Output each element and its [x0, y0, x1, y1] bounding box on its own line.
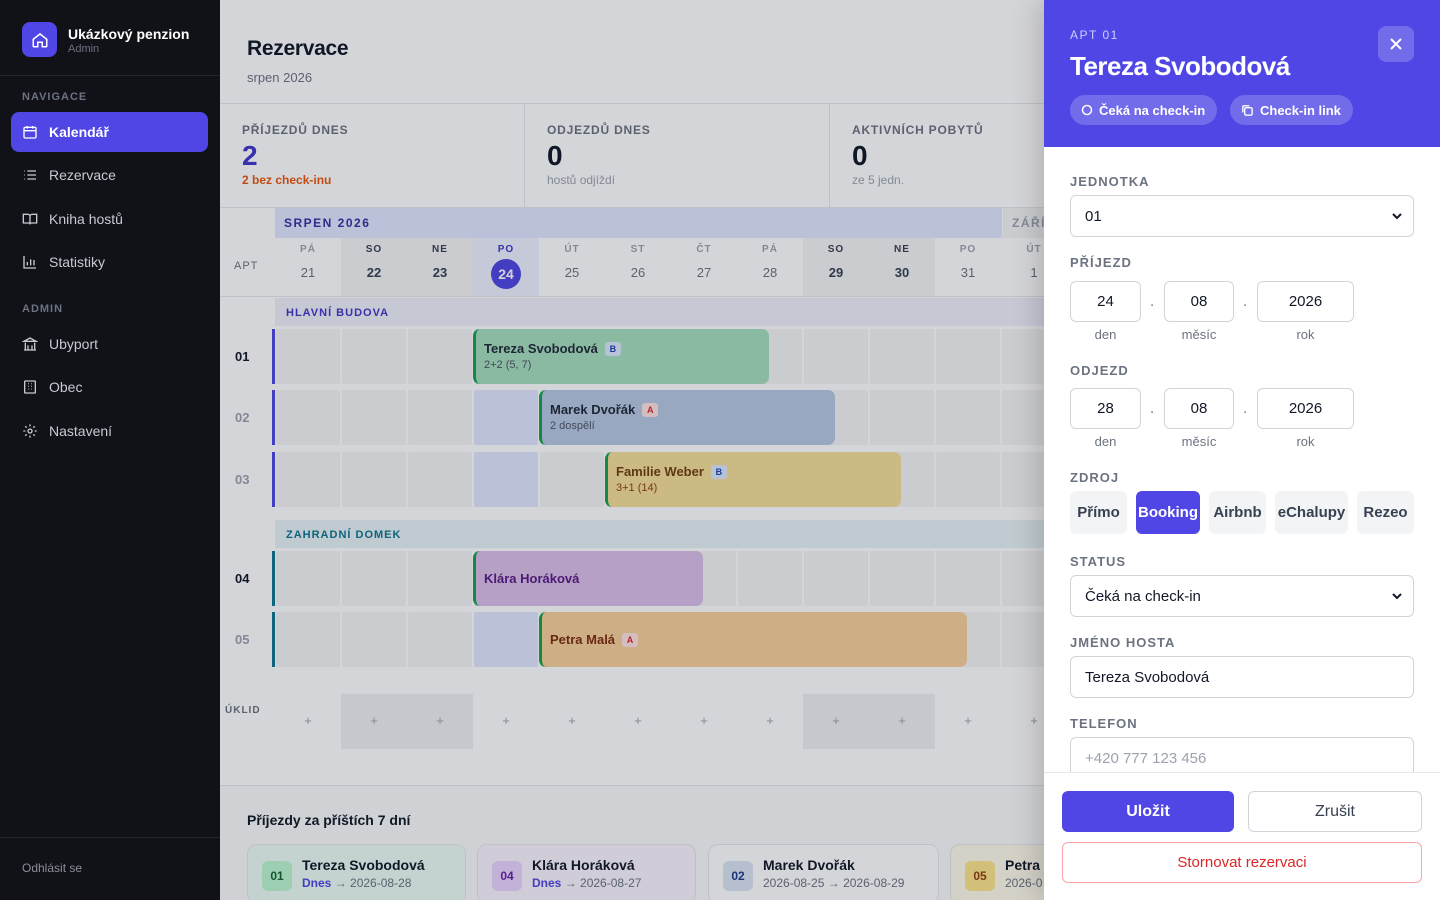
sidebar-item-obec[interactable]: Obec	[11, 367, 208, 407]
guest-name-label: JMÉNO HOSTA	[1070, 635, 1176, 650]
sidebar-item-statistics[interactable]: Statistiky	[11, 242, 208, 282]
save-button[interactable]: Uložit	[1062, 791, 1234, 832]
sidebar-divider	[0, 837, 220, 838]
calendar-icon	[23, 126, 37, 139]
departure-month-input[interactable]: 08	[1164, 388, 1234, 429]
guest-name-input[interactable]: Tereza Svobodová	[1070, 656, 1414, 698]
brand[interactable]: Ukázkový penzion Admin	[22, 22, 189, 57]
panel-guest-name: Tereza Svobodová	[1070, 51, 1290, 81]
sidebar-item-reservations[interactable]: Rezervace	[11, 155, 208, 195]
source-option-direct[interactable]: Přímo	[1070, 491, 1127, 534]
month-caption: měsíc	[1181, 327, 1217, 342]
admin-section-label: ADMIN	[22, 303, 64, 315]
date-separator: .	[1150, 400, 1155, 417]
brand-name: Ukázkový penzion	[68, 25, 190, 42]
arrival-label: PŘÍJEZD	[1070, 255, 1132, 270]
status-chip[interactable]: Čeká na check-in	[1070, 95, 1218, 125]
checkin-link-label: Check-in link	[1260, 102, 1341, 118]
status-chip-label: Čeká na check-in	[1099, 102, 1206, 118]
sidebar: Ukázkový penzion Admin NAVIGACE Kalendář…	[0, 0, 220, 900]
building-icon	[22, 337, 38, 351]
sidebar-item-label: Nastavení	[49, 423, 113, 439]
source-label: ZDROJ	[1070, 470, 1120, 485]
booking-detail-panel: APT 01 Tereza Svobodová Čeká na check-in…	[1044, 0, 1440, 900]
day-caption: den	[1094, 434, 1117, 449]
sidebar-item-label: Obec	[49, 379, 83, 395]
copy-icon	[1242, 104, 1253, 116]
close-button[interactable]	[1378, 26, 1414, 62]
year-caption: rok	[1296, 434, 1315, 449]
source-option-echalupy[interactable]: eChalupy	[1275, 491, 1348, 534]
status-select[interactable]: Čeká na check-in	[1070, 575, 1414, 617]
unit-select[interactable]: 01	[1070, 195, 1414, 237]
phone-input[interactable]: +420 777 123 456	[1070, 737, 1414, 772]
book-icon	[22, 213, 38, 225]
cancel-button[interactable]: Zrušit	[1248, 791, 1422, 832]
date-separator: .	[1243, 400, 1248, 417]
source-option-rezeo[interactable]: Rezeo	[1357, 491, 1414, 534]
arrival-day-input[interactable]: 24	[1070, 281, 1141, 322]
chevron-down-icon	[1392, 213, 1402, 220]
sidebar-divider	[0, 75, 220, 76]
departure-day-input[interactable]: 28	[1070, 388, 1141, 429]
phone-label: TELEFON	[1070, 716, 1138, 731]
unit-label: JEDNOTKA	[1070, 174, 1150, 189]
panel-footer: Uložit Zrušit Stornovat rezervaci	[1044, 772, 1440, 900]
modal-backdrop[interactable]	[220, 0, 1044, 900]
arrival-month-input[interactable]: 08	[1164, 281, 1234, 322]
chart-icon	[23, 256, 36, 269]
source-option-airbnb[interactable]: Airbnb	[1209, 491, 1266, 534]
panel-form: JEDNOTKA 01 PŘÍJEZD 24 . 08 . 2026 den m…	[1044, 147, 1440, 772]
logout-link[interactable]: Odhlásit se	[22, 861, 82, 875]
list-icon	[24, 170, 36, 180]
chevron-down-icon	[1392, 593, 1402, 600]
date-separator: .	[1243, 293, 1248, 310]
sidebar-item-calendar[interactable]: Kalendář	[11, 112, 208, 152]
source-option-booking[interactable]: Booking	[1136, 491, 1200, 534]
year-caption: rok	[1296, 327, 1315, 342]
gear-icon	[23, 424, 37, 438]
office-icon	[24, 380, 36, 394]
close-icon	[1390, 38, 1402, 50]
day-caption: den	[1094, 327, 1117, 342]
sidebar-item-guestbook[interactable]: Kniha hostů	[11, 199, 208, 239]
cancel-reservation-button[interactable]: Stornovat rezervaci	[1062, 842, 1422, 883]
status-label: STATUS	[1070, 554, 1127, 569]
date-separator: .	[1150, 293, 1155, 310]
panel-apt: APT 01	[1070, 28, 1119, 42]
sidebar-item-label: Kalendář	[49, 124, 109, 140]
departure-year-input[interactable]: 2026	[1257, 388, 1354, 429]
month-caption: měsíc	[1181, 434, 1217, 449]
home-icon	[22, 22, 57, 57]
status-select-value: Čeká na check-in	[1085, 587, 1201, 605]
arrival-year-input[interactable]: 2026	[1257, 281, 1354, 322]
brand-role: Admin	[68, 42, 100, 55]
unit-select-value: 01	[1085, 207, 1102, 225]
circle-icon	[1081, 104, 1093, 116]
sidebar-item-label: Rezervace	[49, 167, 116, 183]
sidebar-item-label: Ubyport	[49, 336, 99, 352]
sidebar-item-settings[interactable]: Nastavení	[11, 411, 208, 451]
checkin-link-chip[interactable]: Check-in link	[1230, 95, 1353, 125]
sidebar-item-label: Kniha hostů	[49, 211, 123, 227]
sidebar-item-ubyport[interactable]: Ubyport	[11, 324, 208, 364]
nav-section-label: NAVIGACE	[22, 91, 88, 103]
departure-label: ODJEZD	[1070, 363, 1129, 378]
sidebar-item-label: Statistiky	[49, 254, 106, 270]
panel-header: APT 01 Tereza Svobodová Čeká na check-in…	[1044, 0, 1440, 147]
